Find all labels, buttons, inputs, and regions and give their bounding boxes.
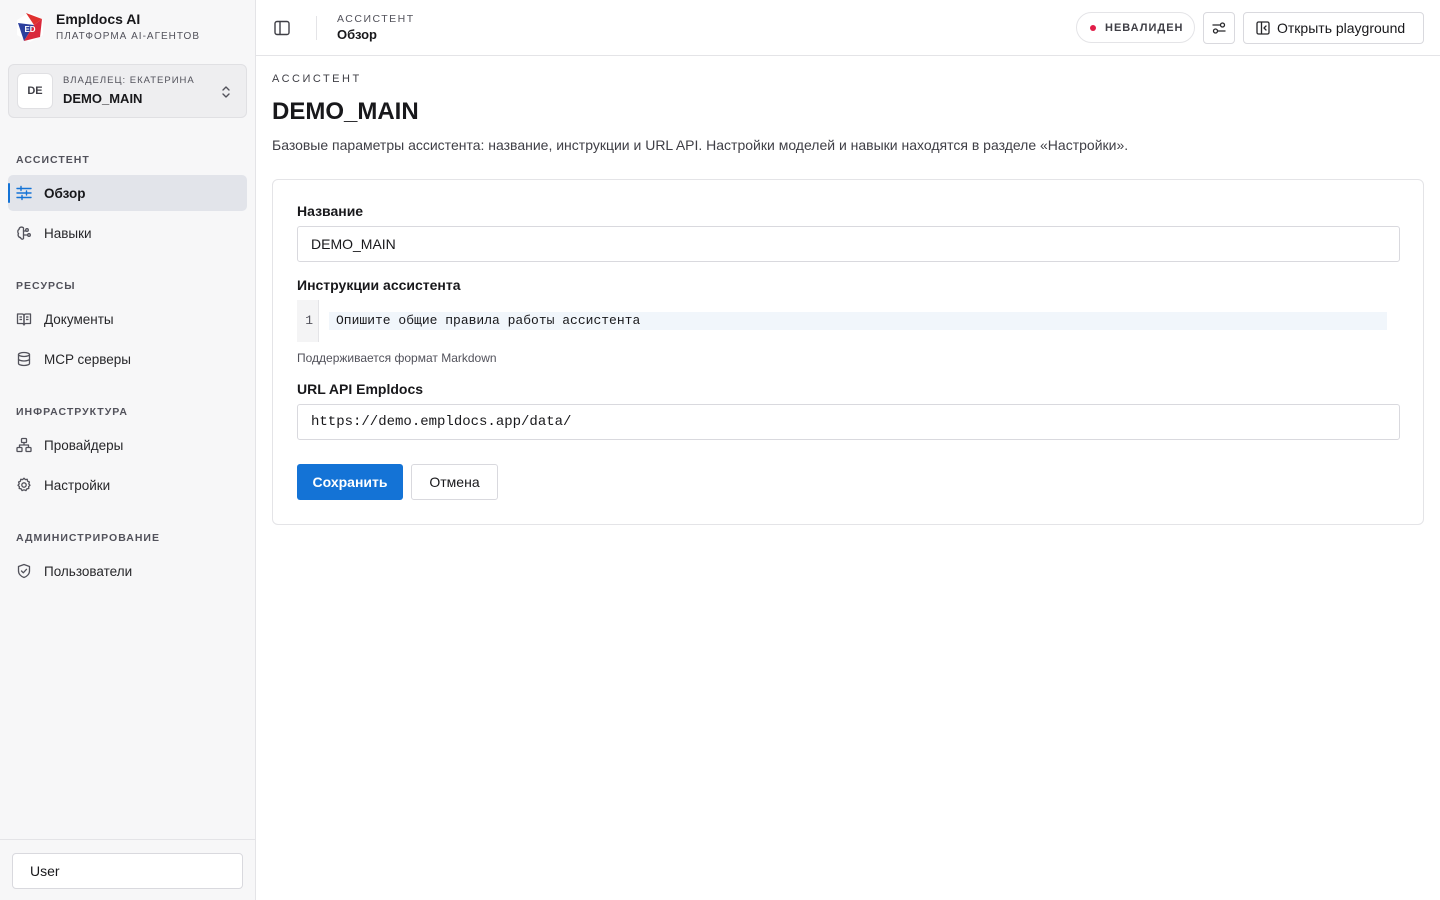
name-field-label: Название bbox=[297, 203, 364, 219]
section-title-assistant: АССИСТЕНТ bbox=[16, 154, 90, 166]
instructions-field-label: Инструкции ассистента bbox=[297, 277, 461, 293]
sidebar-item-label: Провайдеры bbox=[44, 437, 124, 453]
status-dot bbox=[1090, 24, 1096, 31]
shield-check-icon bbox=[16, 563, 32, 579]
breadcrumb-page: Обзор bbox=[337, 27, 377, 42]
page-eyebrow: АССИСТЕНТ bbox=[272, 73, 362, 85]
save-button[interactable]: Сохранить bbox=[297, 464, 403, 500]
owner-label: ВЛАДЕЛЕЦ: ЕКАТЕРИНА bbox=[63, 75, 195, 86]
sidebar-item-documents[interactable]: Документы bbox=[8, 301, 247, 337]
sidebar-item-providers[interactable]: Провайдеры bbox=[8, 427, 247, 463]
panel-icon bbox=[1256, 21, 1270, 35]
section-title-resources: РЕСУРСЫ bbox=[16, 280, 76, 292]
cancel-button[interactable]: Отмена bbox=[411, 464, 498, 500]
brain-icon bbox=[16, 225, 32, 241]
name-input[interactable] bbox=[297, 226, 1400, 262]
section-title-administration: АДМИНИСТРИРОВАНИЕ bbox=[16, 532, 160, 544]
sidebar-item-label: Пользователи bbox=[44, 563, 133, 579]
brand: ED Empldocs AI ПЛАТФОРМА AI-АГЕНТОВ bbox=[16, 10, 200, 44]
owner-name: DEMO_MAIN bbox=[63, 91, 143, 106]
network-icon bbox=[16, 437, 32, 453]
gear-icon bbox=[16, 477, 32, 493]
section-title-infrastructure: ИНФРАСТРУКТУРА bbox=[16, 406, 128, 418]
book-icon bbox=[16, 311, 32, 327]
top-header: АССИСТЕНТ Обзор НЕВАЛИДЕН Открыть playgr… bbox=[256, 0, 1440, 56]
open-playground-button[interactable]: Открыть playground bbox=[1243, 12, 1424, 44]
open-playground-label: Открыть playground bbox=[1277, 20, 1406, 36]
assistant-form-card: Название Инструкции ассистента 1 Опишите… bbox=[272, 179, 1424, 525]
sliders-icon bbox=[16, 185, 32, 201]
user-menu[interactable]: User bbox=[12, 853, 243, 889]
owner-switcher[interactable]: DE ВЛАДЕЛЕЦ: ЕКАТЕРИНА DEMO_MAIN bbox=[8, 64, 247, 118]
sidebar-item-label: MCP серверы bbox=[44, 351, 132, 367]
sidebar-item-label: Настройки bbox=[44, 477, 111, 493]
panel-left-icon bbox=[274, 20, 290, 36]
sidebar: ED Empldocs AI ПЛАТФОРМА AI-АГЕНТОВ DE В… bbox=[0, 0, 256, 900]
brand-name: Empldocs AI bbox=[56, 11, 141, 27]
markdown-hint: Поддерживается формат Markdown bbox=[297, 351, 497, 365]
sidebar-item-mcp-servers[interactable]: MCP серверы bbox=[8, 341, 247, 377]
instructions-placeholder[interactable]: Опишите общие правила работы ассистента bbox=[329, 312, 1387, 330]
sidebar-item-overview[interactable]: Обзор bbox=[8, 175, 247, 211]
sidebar-toggle-button[interactable] bbox=[272, 18, 292, 38]
sidebar-item-label: Навыки bbox=[44, 225, 92, 241]
breadcrumb-section: АССИСТЕНТ bbox=[337, 13, 415, 25]
api-url-input[interactable] bbox=[297, 404, 1400, 440]
page-title: DEMO_MAIN bbox=[272, 98, 419, 125]
toggles-icon bbox=[1212, 22, 1226, 34]
sidebar-item-label: Документы bbox=[44, 311, 114, 327]
brand-logo: ED bbox=[17, 12, 43, 42]
database-icon bbox=[16, 351, 32, 367]
sidebar-footer: User bbox=[0, 839, 255, 900]
sidebar-item-skills[interactable]: Навыки bbox=[8, 215, 247, 251]
brand-subtitle: ПЛАТФОРМА AI-АГЕНТОВ bbox=[56, 31, 200, 42]
page-description: Базовые параметры ассистента: название, … bbox=[272, 137, 1129, 153]
url-field-label: URL API Empldocs bbox=[297, 381, 424, 397]
sidebar-item-users[interactable]: Пользователи bbox=[8, 553, 247, 589]
owner-avatar: DE bbox=[17, 73, 53, 109]
sidebar-item-label: Обзор bbox=[44, 185, 86, 201]
status-text: НЕВАЛИДЕН bbox=[1105, 21, 1184, 34]
instructions-editor[interactable]: 1 Опишите общие правила работы ассистент… bbox=[297, 300, 1388, 342]
line-number: 1 bbox=[297, 300, 319, 342]
filter-settings-button[interactable] bbox=[1203, 12, 1235, 44]
sidebar-item-settings[interactable]: Настройки bbox=[8, 467, 247, 503]
brand-logo-text: ED bbox=[24, 25, 35, 34]
status-badge: НЕВАЛИДЕН bbox=[1076, 12, 1195, 43]
chevron-up-down-icon bbox=[222, 86, 230, 98]
header-divider bbox=[316, 16, 317, 40]
